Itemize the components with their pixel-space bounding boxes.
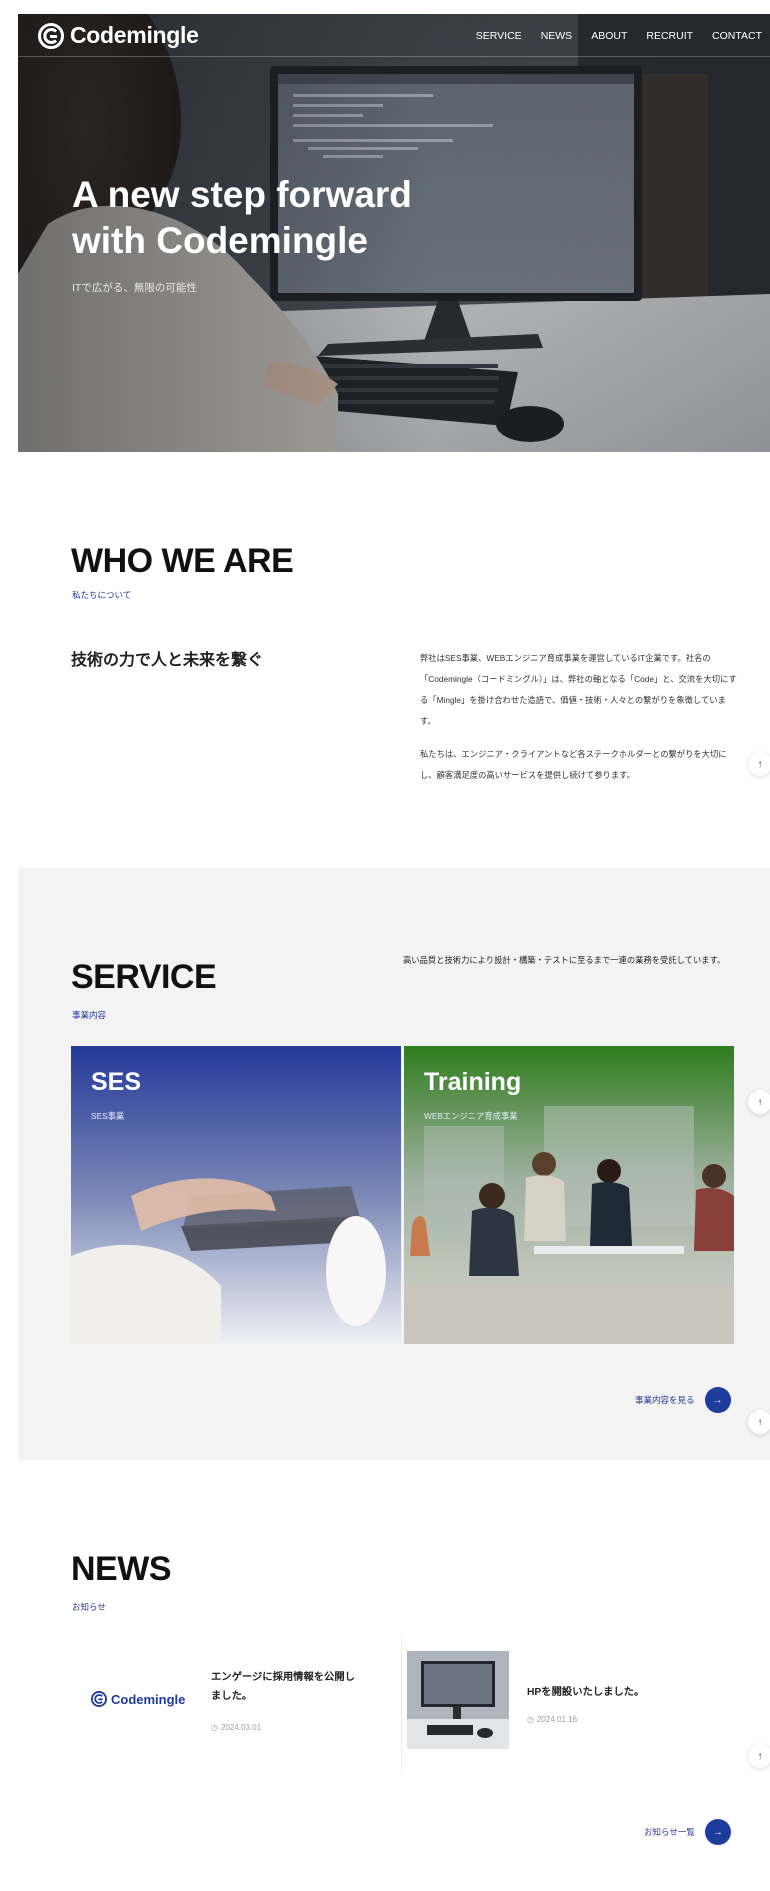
hero-subtitle: ITで広がる、無限の可能性 [72,282,197,294]
service-more-link[interactable]: 事業内容を見る → [635,1387,731,1413]
service-section: SERVICE 事業内容 高い品質と技術力により設計・構築・テストに至るまで一連… [18,868,770,1460]
news-item-date: ◷ 2024.03.01 [211,1723,261,1732]
news-item-date-text: 2024.03.01 [220,1723,262,1732]
nav-about[interactable]: ABOUT [591,30,627,42]
service-more-label: 事業内容を見る [635,1395,695,1405]
who-body: 弊社はSES事業、WEBエンジニア育成事業を運営しているIT企業です。社名の「C… [420,648,740,798]
training-card-title: Training [424,1068,522,1096]
back-to-top-button-news[interactable]: ↑ [748,1744,770,1768]
nav-recruit[interactable]: RECRUIT [646,30,693,42]
codemingle-logo-icon [91,1691,107,1707]
who-we-are-section: WHO WE ARE 私たちについて 技術の力で人と未来を繋ぐ 弊社はSES事業… [18,452,770,882]
arrow-up-icon: ↑ [757,758,763,770]
nav-service[interactable]: SERVICE [476,30,522,42]
news-item-title: HPを開設いたしました。 [527,1687,645,1698]
arrow-right-icon: → [704,1387,731,1413]
training-card-subtitle: WEBエンジニア育成事業 [424,1111,518,1121]
page-left-margin [0,0,18,1891]
news-item[interactable]: Codemingle エンゲージに採用情報を公開しました。 ◷ 2024.03.… [71,1635,402,1773]
back-to-top-button-service-1[interactable]: ↑ [748,1090,770,1114]
brand-name: Codemingle [70,22,199,48]
news-item-title: エンゲージに採用情報を公開しました。 [211,1672,355,1702]
news-thumbnail-image [407,1651,509,1749]
arrow-up-icon: ↑ [757,1416,763,1428]
news-item-date-text: 2024.01.16 [536,1715,578,1724]
news-title: NEWS [71,1550,172,1588]
who-subtitle: 私たちについて [72,590,132,600]
news-thumbnail-logo: Codemingle [71,1651,191,1749]
top-navigation: Codemingle SERVICE NEWS ABOUT RECRUIT CO… [18,14,770,57]
clock-icon: ◷ [211,1723,218,1732]
news-brand-logo: Codemingle [91,1691,185,1707]
news-item-date: ◷ 2024.01.16 [527,1715,577,1724]
hero-title: A new step forward with Codemingle [72,172,472,264]
clock-icon: ◷ [527,1715,534,1724]
arrow-up-icon: ↑ [757,1096,763,1108]
nav-menu: SERVICE NEWS ABOUT RECRUIT CONTACT [476,30,762,42]
nav-contact[interactable]: CONTACT [712,30,762,42]
service-card-ses[interactable]: SES SES事業 [71,1046,401,1344]
service-subtitle: 事業内容 [72,1010,107,1020]
hero-title-line-1: A new step forward [72,174,412,215]
service-card-training[interactable]: Training WEBエンジニア育成事業 [404,1046,734,1344]
service-title: SERVICE [71,958,217,996]
page-frame: Codemingle SERVICE NEWS ABOUT RECRUIT CO… [18,14,770,1891]
news-brand-name: Codemingle [111,1691,186,1707]
brand-logo[interactable]: Codemingle [38,22,199,49]
news-list: Codemingle エンゲージに採用情報を公開しました。 ◷ 2024.03.… [71,1635,703,1773]
back-to-top-button-service-2[interactable]: ↑ [748,1410,770,1434]
who-paragraph-2: 私たちは、エンジニア・クライアントなど各ステークホルダーとの繋がりを大切にし、顧… [420,749,727,780]
arrow-up-icon: ↑ [757,1750,763,1762]
who-title: WHO WE ARE [71,542,294,580]
who-lead-text: 技術の力で人と未来を繋ぐ [71,652,264,669]
news-item[interactable]: HPを開設いたしました。 ◷ 2024.01.16 [407,1635,703,1773]
news-section: NEWS お知らせ Codemingle エンゲージに採用情報を公開しました。 [18,1460,770,1891]
service-description: 高い品質と技術力により設計・構築・テストに至るまで一連の業務を受託しています。 [403,955,726,965]
ses-card-title: SES [91,1068,142,1096]
who-paragraph-1: 弊社はSES事業、WEBエンジニア育成事業を運営しているIT企業です。社名の「C… [420,653,737,726]
news-subtitle: お知らせ [72,1602,106,1612]
ses-card-subtitle: SES事業 [91,1111,125,1121]
news-more-link[interactable]: お知らせ一覧 → [644,1819,731,1845]
hero-section: Codemingle SERVICE NEWS ABOUT RECRUIT CO… [18,14,770,452]
nav-news[interactable]: NEWS [541,30,573,42]
hero-title-line-2: with Codemingle [72,220,368,261]
news-more-label: お知らせ一覧 [644,1827,695,1837]
codemingle-logo-icon [38,22,64,49]
arrow-right-icon: → [704,1819,731,1845]
back-to-top-button[interactable]: ↑ [748,752,770,776]
